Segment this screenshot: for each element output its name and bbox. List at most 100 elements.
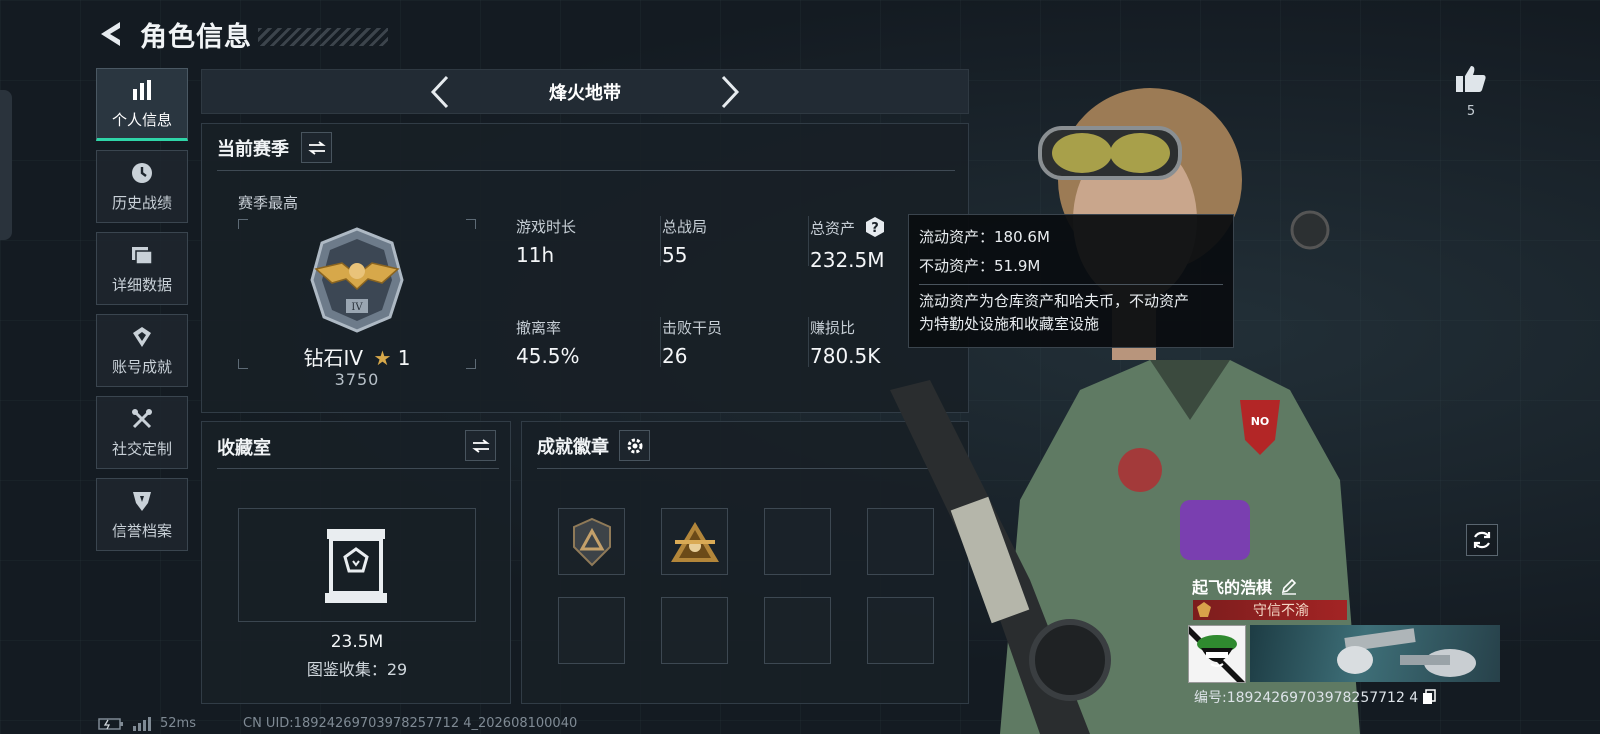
nav-label: 个人信息 [111,111,172,129]
player-name: 起飞的浩棋 [1192,578,1273,597]
tools-icon [129,406,155,432]
season-panel-header: 当前赛季 [217,132,332,163]
star-icon: ★ [373,346,392,370]
stat-value: 26 [662,344,688,368]
collection-showcase[interactable] [238,508,476,622]
nav-item-history[interactable]: 历史战绩 [96,150,188,223]
stat-value: 45.5% [516,344,580,368]
nav-label: 账号成就 [111,358,172,376]
copy-icon[interactable] [1422,689,1436,705]
player-id: 编号:18924269703978257712 4 [1194,690,1419,706]
svg-text:NO: NO [1251,415,1270,428]
assets-tooltip: 流动资产：180.6M 不动资产：51.9M 流动资产为仓库资产和哈夫币，不动资… [908,214,1234,348]
mode-prev-chevron-icon[interactable] [420,72,460,112]
nav-label: 信誉档案 [111,522,172,540]
nav-item-credit-profile[interactable]: 信誉档案 [96,478,188,551]
rank-name: 钻石IV [303,346,364,370]
badge-slot[interactable] [558,508,625,575]
header: 角色信息 [96,14,388,54]
stat-label: 撤离率 [516,319,562,337]
stat-play-time: 游戏时长 11h [516,216,576,267]
rank-stars: 1 [397,346,411,370]
nav-item-personal-info[interactable]: 个人信息 [96,68,188,141]
stat-label-text: 总资产 [810,219,856,238]
tooltip-liquid-assets: 流动资产：180.6M [919,228,1050,246]
history-icon [129,160,155,186]
frame-corner [238,219,248,229]
season-switch-icon[interactable] [301,132,332,163]
honor-emblem-icon [1193,600,1215,620]
stat-extract-rate: 撤离率 45.5% [516,317,580,368]
season-best-label: 赛季最高 [238,194,299,212]
title-decoration [258,28,388,46]
divider [217,170,955,171]
player-id-row: 编号:18924269703978257712 4 [1194,687,1436,707]
player-name-row: 起飞的浩棋 [1192,574,1298,598]
thumbs-up-icon[interactable] [1453,64,1489,98]
collection-panel: 收藏室 23.5M 图鉴收集：29 [201,421,511,704]
stat-value: 55 [662,243,688,267]
player-avatar[interactable] [1188,625,1246,683]
collection-value: 23.5M [330,632,384,652]
stat-value: 11h [516,243,555,267]
badge-slot-empty[interactable] [764,508,831,575]
rank-score: 3750 [334,370,380,389]
divider [808,317,809,367]
stat-label: 击败干员 [662,319,723,337]
stat-kills: 击败干员 26 [662,317,722,368]
divider [660,317,661,367]
divider [808,216,809,266]
status-bar: 52ms [98,716,196,731]
badge-slot-empty[interactable] [661,597,728,664]
diamond-rank-emblem-icon: IV [302,225,412,339]
settings-gear-icon[interactable] [619,430,650,461]
nav-item-achievements[interactable]: 账号成就 [96,314,188,387]
beret-soldier-avatar-icon [1189,626,1245,682]
nav-item-social-custom[interactable]: 社交定制 [96,396,188,469]
uid-text: CN UID:18924269703978257712 4_2026081000… [243,716,578,731]
edit-pencil-icon[interactable] [1280,577,1298,595]
tooltip-divider [919,284,1223,285]
side-drawer-handle[interactable] [0,90,12,240]
refresh-icon[interactable] [1466,524,1498,556]
mode-next-chevron-icon[interactable] [710,72,750,112]
tooltip-desc-line2: 为特勤处设施和收藏室设施 [919,315,1100,333]
nav-item-detailed-data[interactable]: 详细数据 [96,232,188,305]
collection-count: 图鉴收集：29 [306,660,408,679]
nav-label: 详细数据 [111,276,172,294]
signal-icon [132,716,152,731]
badge-slot-empty[interactable] [764,597,831,664]
frame-corner [466,219,476,229]
stat-label: 游戏时长 [516,218,577,236]
mode-title: 烽火地带 [549,82,621,104]
rank-name-row: 钻石IV ★ 1 [238,342,476,371]
badge-slot[interactable] [661,508,728,575]
battery-icon [98,717,124,730]
honor-title-badge: 守信不渝 [1193,600,1347,620]
display-case-icon [323,527,389,609]
side-nav: 个人信息 历史战绩 详细数据 账号成就 社交定制 信誉档案 [96,68,188,560]
badge-slot-empty[interactable] [558,597,625,664]
svg-text:IV: IV [351,302,363,313]
ping-value: 52ms [160,716,196,731]
skull-pyramid-badge-icon [670,521,719,562]
page-title: 角色信息 [140,21,252,53]
credit-icon [129,488,155,514]
collection-switch-icon[interactable] [465,430,496,461]
folder-icon [129,242,155,268]
tooltip-desc-line1: 流动资产为仓库资产和哈夫币，不动资产 [919,292,1190,310]
achievement-icon [129,324,155,350]
bar-chart-icon [129,77,155,103]
tooltip-fixed-assets: 不动资产：51.9M [919,257,1041,275]
honor-label: 守信不渝 [1253,603,1309,619]
badges-title: 成就徽章 [537,436,609,458]
player-banner-card[interactable] [1250,625,1500,682]
collection-title: 收藏室 [217,438,271,459]
nav-label: 社交定制 [111,440,172,458]
like-count: 5 [1466,104,1476,119]
divider [217,468,499,469]
stat-label: 总战局 [662,218,708,236]
triangle-shield-badge-icon [572,517,611,566]
stat-total-matches: 总战局 55 [662,216,707,267]
back-arrow-icon[interactable] [96,16,126,52]
